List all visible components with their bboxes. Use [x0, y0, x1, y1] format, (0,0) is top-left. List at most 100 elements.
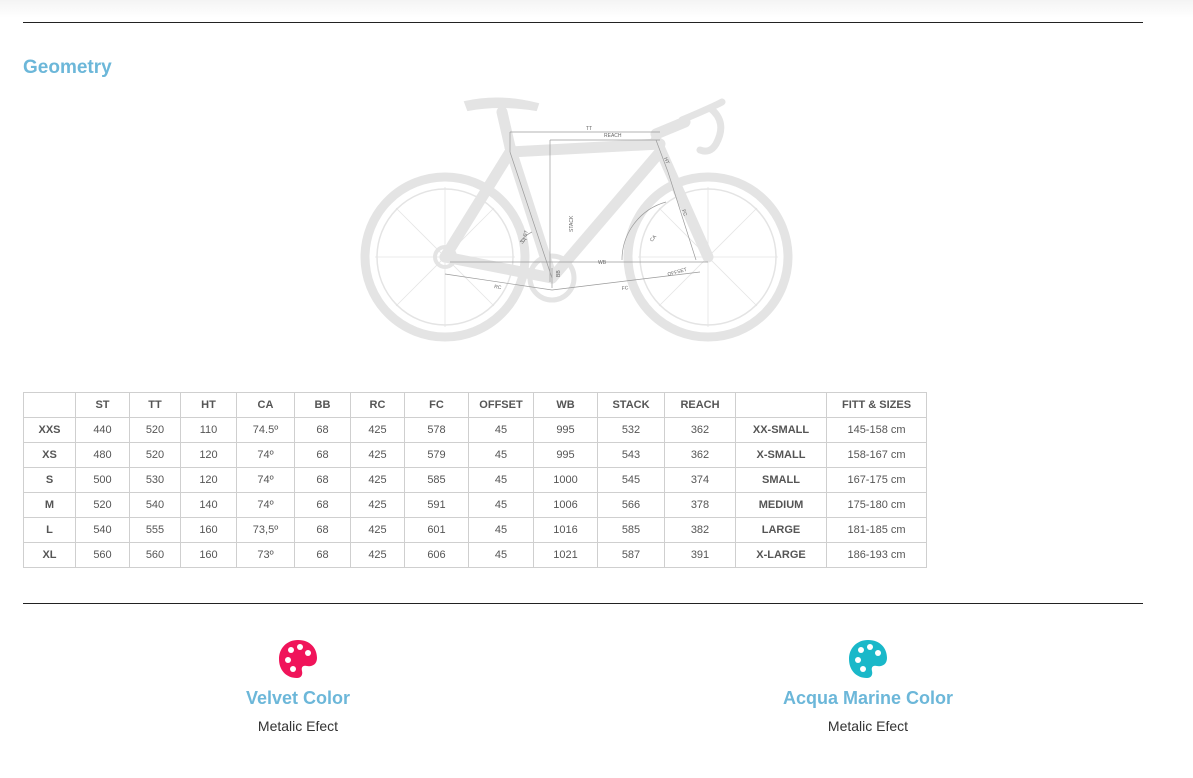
stem: [650, 116, 691, 140]
table-cell: 560: [75, 542, 130, 568]
table-cell: 73º: [236, 542, 295, 568]
palette-icon: [279, 640, 317, 678]
header-cell: BB: [294, 392, 351, 418]
diagram-label-tt: TT: [586, 126, 592, 132]
color-option-acqua-marine: Acqua Marine Color Metalic Efect: [748, 638, 988, 734]
table-cell: 606: [404, 542, 469, 568]
table-cell: 425: [350, 417, 405, 443]
table-cell: 543: [597, 442, 665, 468]
table-cell: 68: [294, 492, 351, 518]
table-cell: 382: [664, 517, 736, 543]
table-row: S 500 530 120 74º 68 425 585 45 1000 545 374 SMALL 16…: [23, 467, 927, 493]
table-cell: 74.5º: [236, 417, 295, 443]
size-name-cell: XX-SMALL: [735, 417, 827, 443]
table-cell: 500: [75, 467, 130, 493]
table-cell: 45: [468, 492, 534, 518]
diagram-label-rc: RC: [494, 284, 503, 291]
table-header-row: ST TT HT CA BB RC FC OFFSET WB STACK REA…: [23, 392, 927, 418]
table-cell: 68: [294, 417, 351, 443]
table-cell: 1021: [533, 542, 598, 568]
rider-height-cell: 175-180 cm: [826, 492, 927, 518]
section-title: Geometry: [23, 57, 112, 78]
color-option-velvet: Velvet Color Metalic Efect: [178, 638, 418, 734]
table-cell: 995: [533, 417, 598, 443]
size-label-cell: L: [23, 517, 76, 543]
table-cell: 520: [129, 417, 181, 443]
header-cell: ST: [75, 392, 130, 418]
header-cell: [735, 392, 827, 418]
diagram-label-bb: BB: [556, 270, 562, 277]
color-finish: Metalic Efect: [827, 718, 909, 734]
table-cell: 68: [294, 517, 351, 543]
table-cell: 579: [404, 442, 469, 468]
table-cell: 45: [468, 417, 534, 443]
header-cell: TT: [129, 392, 181, 418]
header-cell: FC: [404, 392, 469, 418]
table-cell: 425: [350, 442, 405, 468]
table-cell: 520: [75, 492, 130, 518]
color-finish: Metalic Efect: [257, 718, 339, 734]
header-cell: FITT & SIZES: [826, 392, 927, 418]
table-cell: 110: [180, 417, 237, 443]
table-cell: 555: [129, 517, 181, 543]
table-cell: 995: [533, 442, 598, 468]
top-divider: [23, 22, 1143, 23]
header-cell: [23, 392, 76, 418]
size-name-cell: X-SMALL: [735, 442, 827, 468]
table-cell: 74º: [236, 442, 295, 468]
middle-divider: [23, 603, 1143, 604]
table-cell: 378: [664, 492, 736, 518]
table-cell: 45: [468, 517, 534, 543]
table-cell: 68: [294, 442, 351, 468]
table-cell: 45: [468, 467, 534, 493]
table-cell: 45: [468, 442, 534, 468]
table-cell: 587: [597, 542, 665, 568]
table-cell: 425: [350, 517, 405, 543]
table-cell: 120: [180, 467, 237, 493]
table-cell: 73,5º: [236, 517, 295, 543]
table-cell: 362: [664, 442, 736, 468]
size-label-cell: M: [23, 492, 76, 518]
table-cell: 140: [180, 492, 237, 518]
table-cell: 532: [597, 417, 665, 443]
table-cell: 545: [597, 467, 665, 493]
table-cell: 425: [350, 492, 405, 518]
size-label-cell: XS: [23, 442, 76, 468]
table-cell: 1016: [533, 517, 598, 543]
table-cell: 74º: [236, 467, 295, 493]
table-cell: 160: [180, 542, 237, 568]
table-cell: 540: [129, 492, 181, 518]
rider-height-cell: 186-193 cm: [826, 542, 927, 568]
header-cell: HT: [180, 392, 237, 418]
table-cell: 440: [75, 417, 130, 443]
bike-geometry-diagram: TT REACH HT STACK ST SA CA FC BB WB RC F…: [360, 97, 793, 342]
table-cell: 68: [294, 467, 351, 493]
size-name-cell: X-LARGE: [735, 542, 827, 568]
diagram-label-offset: OFFSET: [667, 267, 688, 278]
top-fade: [0, 0, 1193, 18]
table-cell: 578: [404, 417, 469, 443]
table-row: M 520 540 140 74º 68 425 591 45 1006 566 378 MEDIUM 1…: [23, 492, 927, 518]
table-cell: 1000: [533, 467, 598, 493]
table-row: L 540 555 160 73,5º 68 425 601 45 1016 585 382 LARGE…: [23, 517, 927, 543]
table-cell: 374: [664, 467, 736, 493]
header-cell: OFFSET: [468, 392, 534, 418]
table-cell: 120: [180, 442, 237, 468]
header-cell: CA: [236, 392, 295, 418]
diagram-label-fc: FC: [621, 285, 629, 292]
header-cell: STACK: [597, 392, 665, 418]
table-cell: 591: [404, 492, 469, 518]
size-label-cell: XXS: [23, 417, 76, 443]
header-cell: RC: [350, 392, 405, 418]
table-cell: 74º: [236, 492, 295, 518]
top-tube: [504, 138, 666, 158]
diagram-label-stack: STACK: [569, 215, 575, 232]
size-label-cell: XL: [23, 542, 76, 568]
table-cell: 585: [404, 467, 469, 493]
table-cell: 601: [404, 517, 469, 543]
diagram-label-ca: CA: [649, 234, 658, 244]
size-name-cell: MEDIUM: [735, 492, 827, 518]
rider-height-cell: 181-185 cm: [826, 517, 927, 543]
table-row: XXS 440 520 110 74.5º 68 425 578 45 995 532 362 XX-S…: [23, 417, 927, 443]
seatpost: [496, 106, 516, 153]
